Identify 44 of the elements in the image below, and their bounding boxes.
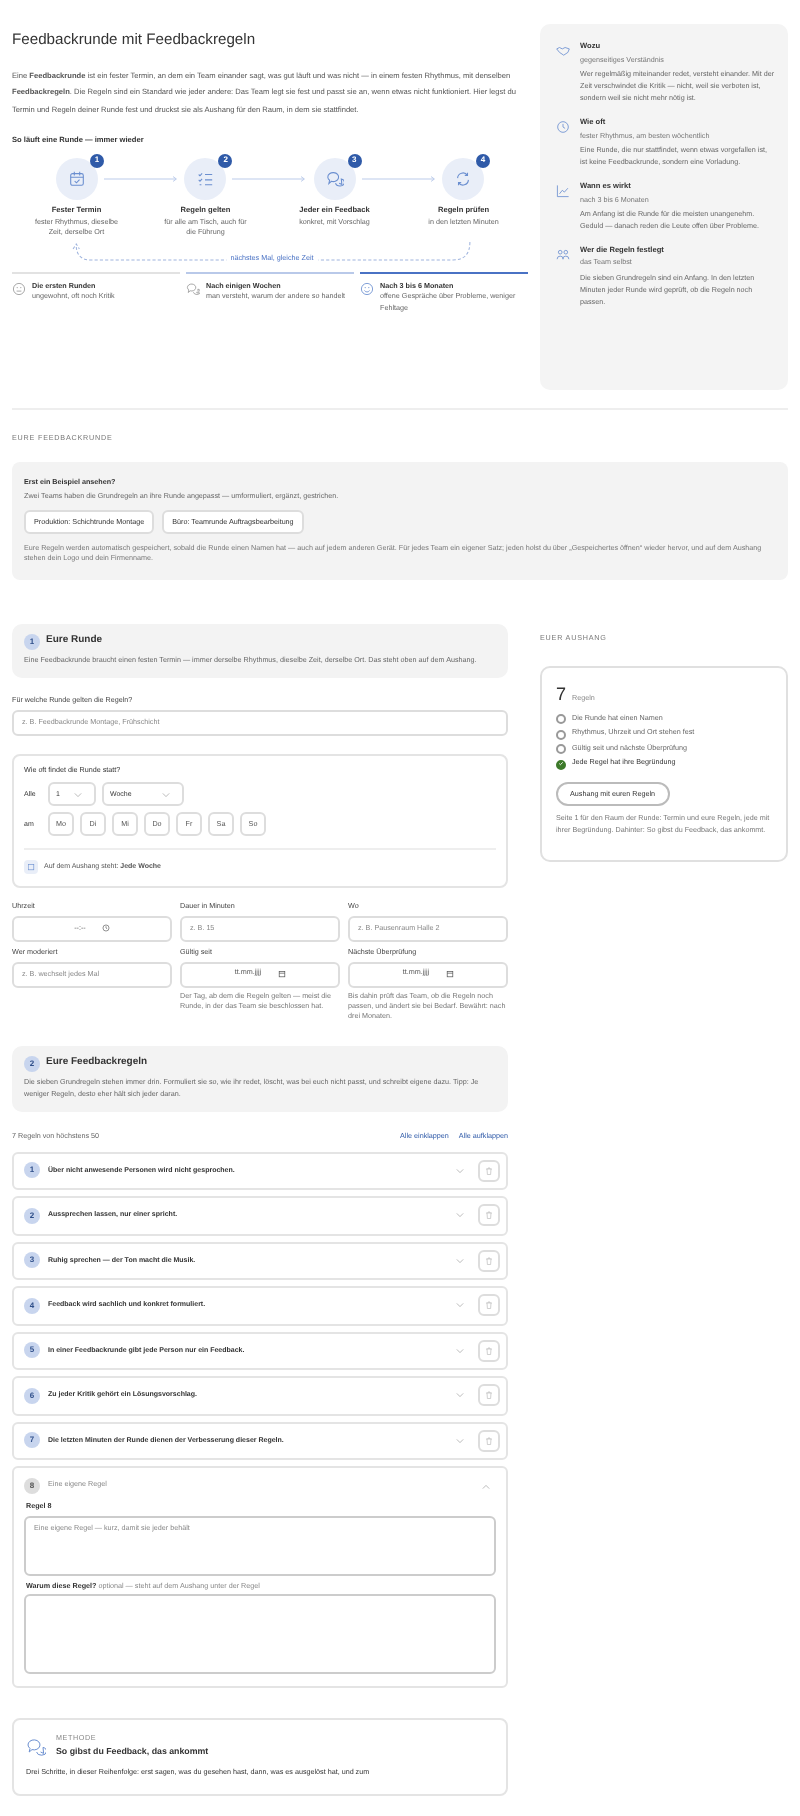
calendar-icon <box>24 860 38 875</box>
clock-icon <box>556 119 570 134</box>
rule-count: 7 <box>556 681 567 708</box>
calendar-icon[interactable] <box>445 970 454 979</box>
trash-icon <box>484 1210 494 1221</box>
delete-button[interactable] <box>478 1159 500 1182</box>
delete-button[interactable] <box>478 1429 500 1452</box>
arrow <box>104 175 179 182</box>
calendar-icon <box>68 169 86 188</box>
trash-icon <box>484 1165 494 1176</box>
chevron-icon[interactable] <box>456 1302 464 1309</box>
refresh-icon <box>453 169 472 188</box>
smile-face-icon <box>360 281 374 296</box>
reason-field[interactable] <box>24 1594 496 1675</box>
chevron-icon[interactable] <box>162 791 170 798</box>
chevron-icon[interactable] <box>482 1483 490 1489</box>
chevron-icon[interactable] <box>456 1392 464 1399</box>
chat-icon <box>26 1737 46 1756</box>
neutral-face-icon <box>12 281 26 296</box>
trash-icon <box>484 1300 494 1311</box>
chevron-icon[interactable] <box>456 1437 464 1444</box>
delete-button[interactable] <box>478 1204 500 1227</box>
delete-button[interactable] <box>478 1339 500 1362</box>
chat-icon <box>186 281 200 296</box>
calendar-icon[interactable] <box>277 970 286 979</box>
chevron-icon[interactable] <box>456 1167 464 1174</box>
trash-icon <box>484 1390 494 1401</box>
delete-button[interactable] <box>478 1384 500 1407</box>
chevron-icon[interactable] <box>456 1347 464 1354</box>
trend-icon <box>556 183 570 198</box>
people-icon <box>556 247 570 262</box>
trash-icon <box>484 1345 494 1356</box>
delete-button[interactable] <box>478 1249 500 1272</box>
delete-button[interactable] <box>478 1294 500 1317</box>
arrow <box>361 175 436 182</box>
chat-icon <box>325 169 344 188</box>
trash-icon <box>484 1435 494 1446</box>
chevron-icon[interactable] <box>456 1257 464 1264</box>
chevron-icon[interactable] <box>74 791 82 798</box>
checklist-icon <box>196 169 215 188</box>
clock-icon[interactable] <box>101 924 110 933</box>
arrow <box>232 175 308 182</box>
trash-icon <box>484 1255 494 1266</box>
chevron-icon[interactable] <box>456 1212 464 1219</box>
